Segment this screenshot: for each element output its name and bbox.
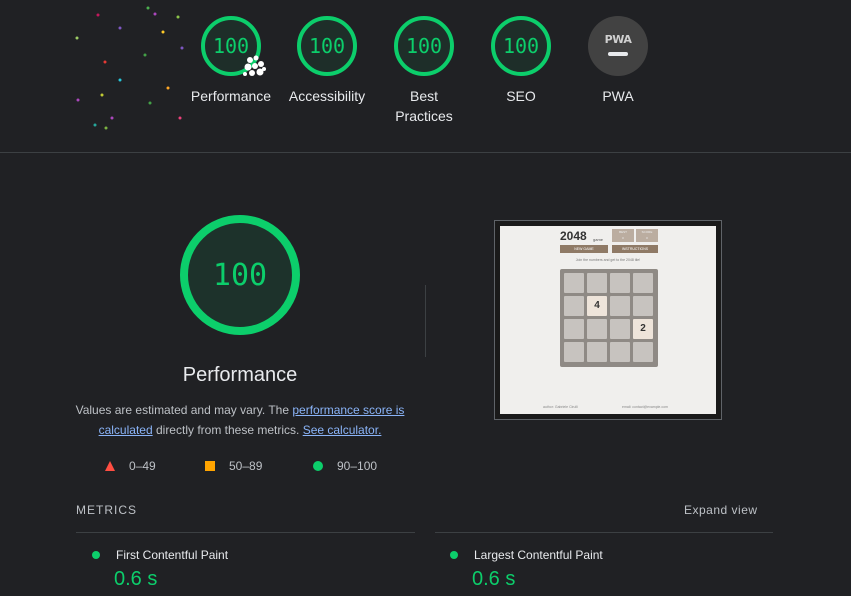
- see-calculator-link[interactable]: See calculator.: [303, 423, 382, 437]
- triangle-icon: [105, 461, 115, 471]
- tile: [610, 319, 630, 339]
- header-divider: [0, 152, 851, 153]
- desc-mid: directly from these metrics.: [152, 423, 303, 437]
- score-value: 0: [646, 236, 648, 240]
- performance-description: Values are estimated and may vary. The p…: [70, 400, 410, 440]
- game-title: 2048: [560, 229, 587, 243]
- gauge-label-seo: SEO: [506, 88, 536, 104]
- metric-value: 0.6 s: [114, 568, 158, 590]
- metric-label: Largest Contentful Paint: [474, 548, 603, 562]
- new-game-button: NEW GAME: [560, 245, 608, 253]
- tile: [587, 273, 607, 293]
- fireworks-icon: [243, 55, 266, 76]
- screenshot-2048-page: 2048 game BEST 0 SCORE 0 NEW GAME INSTRU…: [500, 226, 716, 414]
- legend-fail-label: 0–49: [129, 459, 156, 473]
- best-practices-score-ring: 100: [394, 16, 454, 76]
- tile: [610, 342, 630, 362]
- expand-view-toggle[interactable]: Expand view: [684, 503, 758, 517]
- tile: [564, 273, 584, 293]
- gauge-label-pwa: PWA: [602, 88, 634, 104]
- score-box: SCORE 0: [636, 229, 658, 242]
- performance-title: Performance: [182, 364, 298, 386]
- instructions-button: INSTRUCTIONS: [612, 245, 658, 253]
- game-board: 4 2: [560, 269, 658, 367]
- tile: [587, 342, 607, 362]
- pass-circle-icon: [450, 551, 458, 559]
- footer-author: author: Gabriele Cirulli: [543, 405, 578, 409]
- gauge-accessibility[interactable]: 100 Accessibility: [282, 16, 372, 106]
- tile: [587, 319, 607, 339]
- tile: [564, 296, 584, 316]
- best-value: 0: [622, 236, 624, 240]
- metrics-heading: METRICS: [76, 503, 137, 517]
- metrics-divider-left: [76, 532, 415, 533]
- square-icon: [205, 461, 215, 471]
- best-box: BEST 0: [612, 229, 634, 242]
- tile-value: 2: [633, 319, 653, 339]
- vertical-separator: [425, 285, 426, 357]
- gauge-label-performance: Performance: [190, 88, 272, 104]
- tile: [633, 296, 653, 316]
- tile: [564, 342, 584, 362]
- accessibility-score-ring: 100: [297, 16, 357, 76]
- gauge-seo[interactable]: 100 SEO: [476, 16, 566, 106]
- desc-prefix: Values are estimated and may vary. The: [75, 403, 293, 417]
- metrics-divider-right: [435, 532, 773, 533]
- seo-score-ring: 100: [491, 16, 551, 76]
- circle-icon: [313, 461, 323, 471]
- tile: [633, 273, 653, 293]
- metric-label: First Contentful Paint: [116, 548, 229, 562]
- legend-pass: 90–100: [313, 459, 377, 473]
- category-gauges: 100 Performance 100 Accessibility 100 Be…: [0, 16, 851, 151]
- game-intro: Join the numbers and get to the 2048 til…: [575, 258, 641, 262]
- legend-pass-label: 90–100: [337, 459, 378, 473]
- pwa-badge: PWA: [588, 16, 648, 76]
- pass-circle-icon: [92, 551, 100, 559]
- pwa-dash-icon: [608, 51, 628, 56]
- legend-average-label: 50–89: [229, 459, 263, 473]
- gauge-label-accessibility: Accessibility: [288, 88, 366, 104]
- tile-value: 4: [587, 296, 607, 316]
- performance-main-score: 100: [180, 215, 300, 335]
- tile: [610, 296, 630, 316]
- metric-value: 0.6 s: [472, 568, 516, 590]
- gauge-label-best-practices: Best Practices: [395, 88, 453, 124]
- gauge-pwa[interactable]: PWA PWA: [573, 16, 663, 106]
- tile: [610, 273, 630, 293]
- tile: [564, 319, 584, 339]
- legend-fail: 0–49: [105, 459, 156, 473]
- gauge-best-practices[interactable]: 100 Best Practices: [379, 16, 469, 126]
- pwa-badge-text: PWA: [604, 32, 632, 46]
- legend-average: 50–89: [205, 459, 262, 473]
- tile: [633, 342, 653, 362]
- game-subtitle: game: [593, 237, 604, 242]
- footer-email: email: contact@example.com: [622, 405, 668, 409]
- final-screenshot[interactable]: 2048 game BEST 0 SCORE 0 NEW GAME INSTRU…: [494, 220, 722, 420]
